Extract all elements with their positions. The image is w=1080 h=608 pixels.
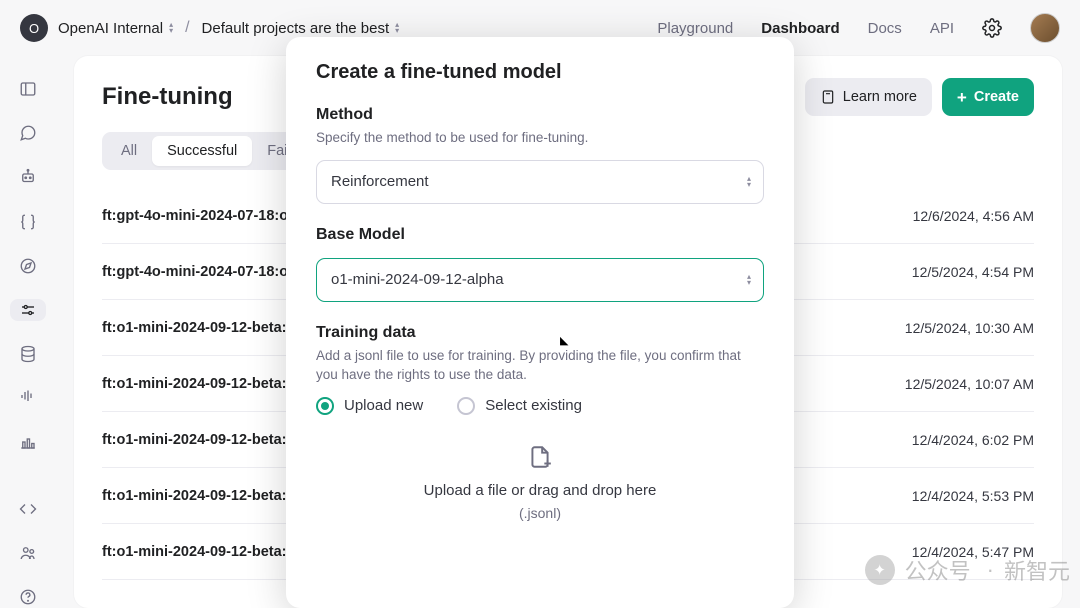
training-source-radio: Upload new Select existing: [316, 397, 764, 415]
radio-upload-new[interactable]: Upload new: [316, 397, 423, 415]
radio-select-existing[interactable]: Select existing: [457, 397, 582, 415]
training-label: Training data: [316, 324, 764, 342]
file-add-icon: [527, 444, 553, 470]
method-select[interactable]: Reinforcement ▴▾: [316, 160, 764, 204]
upload-dropzone[interactable]: Upload a file or drag and drop here (.js…: [316, 435, 764, 536]
base-model-label: Base Model: [316, 226, 764, 244]
dropzone-text: Upload a file or drag and drop here: [327, 482, 753, 499]
create-fine-tune-modal: Create a fine-tuned model Method Specify…: [286, 37, 794, 608]
method-value: Reinforcement: [331, 173, 429, 190]
method-desc: Specify the method to be used for fine-t…: [316, 128, 764, 148]
base-model-select[interactable]: o1-mini-2024-09-12-alpha ▴▾: [316, 258, 764, 302]
radio-select-existing-label: Select existing: [485, 397, 582, 414]
chevron-updown-icon: ▴▾: [747, 176, 751, 188]
dropzone-subtext: (.jsonl): [327, 505, 753, 521]
training-desc: Add a jsonl file to use for training. By…: [316, 346, 764, 385]
chevron-updown-icon: ▴▾: [747, 274, 751, 286]
radio-icon: [457, 397, 475, 415]
base-model-value: o1-mini-2024-09-12-alpha: [331, 271, 504, 288]
radio-upload-new-label: Upload new: [344, 397, 423, 414]
method-label: Method: [316, 106, 764, 124]
modal-title: Create a fine-tuned model: [316, 61, 764, 84]
radio-icon: [316, 397, 334, 415]
